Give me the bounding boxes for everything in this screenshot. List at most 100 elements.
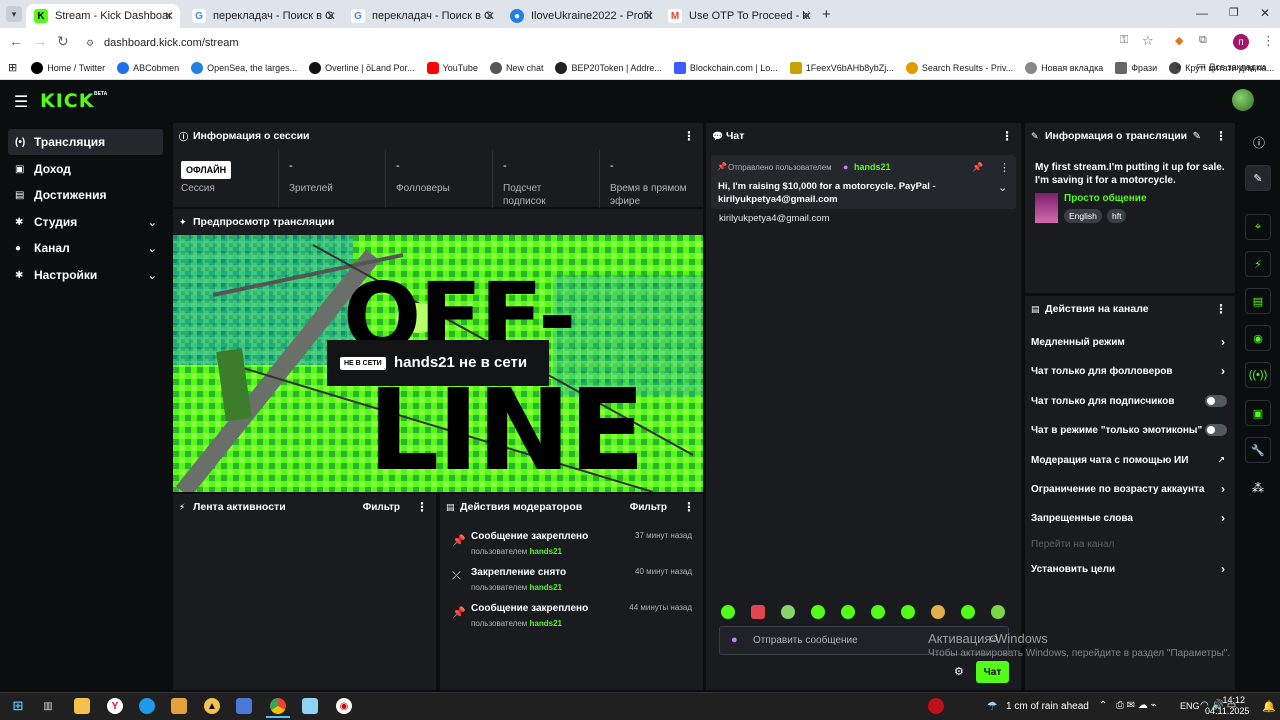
bookmark-item[interactable]: Фрази — [1115, 61, 1157, 74]
tab-google-2[interactable]: G перекладач - Поиск в Google ✕ — [343, 4, 501, 28]
bookmark-star-icon[interactable]: ☆ — [1142, 33, 1154, 49]
subscribers-only-toggle[interactable] — [1205, 395, 1227, 407]
menu-dots-icon[interactable]: ⋮ — [1262, 33, 1275, 49]
emote-icon[interactable] — [871, 605, 885, 619]
sidebar-item-channel[interactable]: ● Канал ⌄ — [8, 235, 163, 261]
rail-edit-button[interactable]: ✎ — [1245, 165, 1271, 191]
close-icon[interactable]: ✕ — [164, 9, 174, 23]
more-bookmarks-icon[interactable]: » — [1176, 61, 1182, 72]
yandex-browser-icon[interactable]: Y — [107, 698, 123, 714]
send-chat-button[interactable]: Чат — [976, 661, 1009, 683]
emote-icon[interactable] — [931, 605, 945, 619]
close-icon[interactable]: ✕ — [644, 9, 654, 23]
rail-layout-button[interactable]: ▣ — [1245, 400, 1271, 426]
media-player-icon[interactable] — [171, 698, 187, 714]
action-banned-words[interactable]: Запрещенные слова › — [1031, 508, 1231, 528]
tag-pill[interactable]: English — [1064, 209, 1102, 223]
bookmark-item[interactable]: YouTube — [426, 61, 478, 74]
chrome-icon[interactable] — [270, 698, 286, 714]
profile-avatar[interactable]: п — [1233, 34, 1249, 50]
close-icon[interactable]: ✕ — [485, 9, 495, 23]
bookmark-item[interactable]: Новая вкладка — [1025, 61, 1103, 74]
emote-only-toggle[interactable] — [1205, 424, 1227, 436]
user-link[interactable]: hands21 — [530, 547, 562, 556]
notepad-icon[interactable] — [302, 698, 318, 714]
moderation-filter-button[interactable]: Фильтр — [630, 502, 667, 513]
emote-icon[interactable] — [721, 605, 735, 619]
forward-icon[interactable]: → — [33, 33, 47, 49]
user-avatar[interactable] — [1232, 89, 1254, 111]
rail-target-button[interactable]: ⌖ — [1245, 214, 1271, 240]
metamask-icon[interactable]: ◆ — [1175, 34, 1183, 47]
url-field[interactable]: ⚙ dashboard.kick.com/stream — [86, 32, 1166, 54]
more-options-icon[interactable]: ⋮ — [683, 129, 695, 143]
emote-icon[interactable] — [991, 605, 1005, 619]
tray-app-icon[interactable] — [928, 698, 944, 714]
bookmark-item[interactable]: Blockchain.com | Lo... — [673, 61, 778, 74]
tab-google-1[interactable]: G перекладач - Поиск в Google ✕ — [184, 4, 342, 28]
bookmark-item[interactable]: ABCobmen — [117, 61, 179, 74]
sidebar-item-achievements[interactable]: ▤ Достижения — [8, 182, 163, 208]
bookmark-item[interactable]: OpenSea, the larges... — [191, 61, 297, 74]
language-indicator[interactable]: ENG — [1180, 701, 1200, 711]
tab-gmail[interactable]: M Use OTP To Proceed - kirilyukpe ✕ — [660, 4, 818, 28]
emote-icon[interactable] — [901, 605, 915, 619]
action-subscribers-only[interactable]: Чат только для подписчиков — [1031, 391, 1231, 411]
bookmark-item[interactable]: 1FeexV6bAHb8ybZj... — [789, 61, 894, 74]
sidebar-item-studio[interactable]: ✱ Студия ⌄ — [8, 209, 163, 235]
file-explorer-icon[interactable] — [74, 698, 90, 714]
more-options-icon[interactable]: ⋮ — [999, 161, 1010, 174]
sidebar-item-settings[interactable]: ✱ Настройки ⌄ — [8, 262, 163, 288]
task-view-icon[interactable]: ▥ — [40, 698, 56, 714]
emote-icon[interactable] — [961, 605, 975, 619]
restore-button[interactable]: ❐ — [1229, 6, 1239, 19]
window-close-button[interactable]: ✕ — [1260, 6, 1270, 20]
action-emote-only[interactable]: Чат в режиме "только эмотиконы" — [1031, 420, 1231, 440]
sidebar-item-stream[interactable]: (•) Трансляция — [8, 129, 163, 155]
action-ai-moderation[interactable]: Модерация чата с помощью ИИ ↗ — [1031, 450, 1231, 470]
close-icon[interactable]: ✕ — [326, 9, 336, 23]
close-icon[interactable]: ✕ — [802, 9, 812, 23]
info-icon[interactable]: ⓘ — [1253, 134, 1265, 151]
rail-tools-button[interactable]: 🔧 — [1245, 437, 1271, 463]
tray-icons[interactable]: ⎙ ✉ ☁ ⌁ — [1116, 700, 1157, 711]
more-options-icon[interactable]: ⋮ — [1001, 129, 1013, 143]
emote-icon[interactable] — [811, 605, 825, 619]
rail-notes-button[interactable]: ▤ — [1245, 288, 1271, 314]
bookmark-item[interactable]: Overline | ōLand Por... — [309, 61, 415, 74]
clock[interactable]: 14:12 04.11.2025 — [1205, 695, 1249, 717]
recorder-icon[interactable]: ◉ — [336, 698, 352, 714]
bookmark-item[interactable]: BEP20Token | Addre... — [555, 61, 662, 74]
bookmark-item[interactable]: New chat — [489, 61, 543, 74]
bookmark-item[interactable]: Home / Twitter — [31, 61, 105, 74]
rail-activity-button[interactable]: ⚡ — [1245, 251, 1271, 277]
action-slow-mode[interactable]: Медленный режим › — [1031, 332, 1231, 352]
weather-text[interactable]: 1 cm of rain ahead — [1006, 701, 1089, 712]
rail-chat-button[interactable]: ◉ — [1245, 325, 1271, 351]
minimize-button[interactable]: — — [1196, 6, 1208, 20]
action-go-to-channel[interactable]: Перейти на канал — [1031, 534, 1231, 554]
vlc-icon[interactable]: ▲ — [204, 698, 220, 714]
apps-grid-icon[interactable]: ⊞ — [8, 61, 17, 74]
tag-pill[interactable]: hft — [1107, 209, 1127, 223]
action-followers-only[interactable]: Чат только для фолловеров › — [1031, 361, 1231, 381]
notification-bell-icon[interactable]: 🔔 — [1262, 700, 1276, 713]
action-set-goals[interactable]: Установить цели › — [1031, 559, 1231, 579]
all-bookmarks[interactable]: ▭ Все закладки — [1196, 61, 1265, 72]
new-tab-button[interactable]: + — [822, 6, 831, 23]
emote-icon[interactable] — [781, 605, 795, 619]
user-link[interactable]: hands21 — [530, 619, 562, 628]
sidebar-item-income[interactable]: ▣ Доход — [8, 156, 163, 182]
activity-filter-button[interactable]: Фильтр — [363, 502, 400, 513]
connections-icon[interactable]: ⁂ — [1252, 481, 1264, 495]
reload-icon[interactable]: ↻ — [57, 33, 69, 50]
more-options-icon[interactable]: ⋮ — [416, 500, 428, 514]
unpin-button[interactable]: 📌 — [972, 162, 983, 173]
more-options-icon[interactable]: ⋮ — [1215, 302, 1227, 316]
chat-settings-icon[interactable]: ⚙ — [954, 665, 964, 678]
password-key-icon[interactable]: ⚿ — [1120, 34, 1128, 47]
back-icon[interactable]: ← — [9, 33, 23, 49]
edge-icon[interactable] — [139, 698, 155, 714]
tab-search-icon[interactable]: ▾ — [6, 6, 22, 22]
desktop-app-icon[interactable] — [236, 698, 252, 714]
